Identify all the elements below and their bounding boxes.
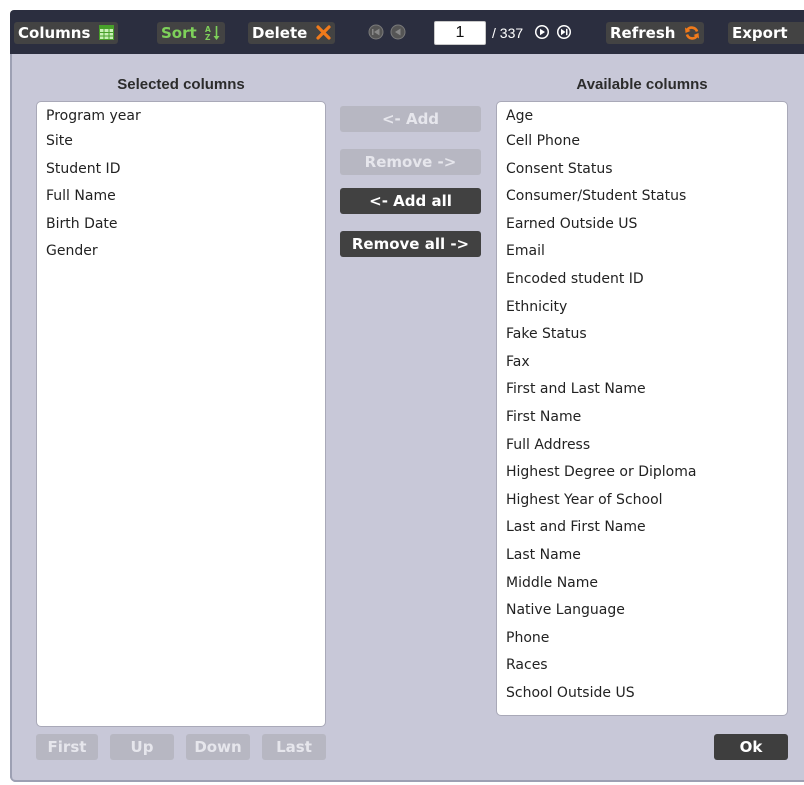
refresh-button[interactable]: Refresh (606, 22, 704, 44)
svg-text:Z: Z (205, 33, 211, 41)
add-all-button[interactable]: <- Add all (340, 188, 481, 214)
list-item[interactable]: Age (506, 105, 779, 128)
column-chooser-panel: Selected columns Available columns Progr… (10, 54, 804, 782)
export-label: Export (732, 24, 788, 42)
list-item[interactable]: Gender (46, 238, 317, 266)
add-button[interactable]: <- Add (340, 106, 481, 132)
list-item[interactable]: Site (46, 128, 317, 156)
columns-button[interactable]: Columns (14, 22, 118, 44)
move-last-button[interactable]: Last (262, 734, 326, 760)
selected-columns-title: Selected columns (117, 76, 245, 93)
sort-az-icon: A Z (205, 25, 220, 42)
list-item[interactable]: Cell Phone (506, 128, 779, 156)
list-item[interactable]: Highest Year of School (506, 487, 779, 515)
last-page-icon[interactable] (556, 24, 572, 40)
list-item[interactable]: First Name (506, 404, 779, 432)
list-item[interactable]: Last Name (506, 542, 779, 570)
list-item[interactable]: Full Address (506, 432, 779, 460)
list-item[interactable]: Earned Outside US (506, 211, 779, 239)
refresh-label: Refresh (610, 24, 676, 42)
delete-label: Delete (252, 24, 308, 42)
sort-label: Sort (161, 24, 197, 42)
list-item[interactable]: Consent Status (506, 156, 779, 184)
remove-button[interactable]: Remove -> (340, 149, 481, 175)
move-down-button[interactable]: Down (186, 734, 250, 760)
ok-button[interactable]: Ok (714, 734, 788, 760)
list-item[interactable]: Program year (46, 105, 317, 128)
list-item[interactable]: Fake Status (506, 321, 779, 349)
list-item[interactable]: Student ID (46, 156, 317, 184)
prev-page-icon[interactable] (390, 24, 406, 40)
list-item[interactable]: Encoded student ID (506, 266, 779, 294)
list-item[interactable]: Full Name (46, 183, 317, 211)
list-item[interactable]: Highest Degree or Diploma (506, 459, 779, 487)
list-item[interactable]: Last and First Name (506, 514, 779, 542)
available-columns-title: Available columns (576, 76, 708, 93)
delete-button[interactable]: Delete (248, 22, 335, 44)
list-item[interactable]: Phone (506, 625, 779, 653)
remove-all-button[interactable]: Remove all -> (340, 231, 481, 257)
list-item[interactable]: Races (506, 652, 779, 680)
toolbar: Columns Sort A Z Delete 1 / 337 Refresh … (10, 10, 804, 54)
move-first-button[interactable]: First (36, 734, 98, 760)
list-item[interactable]: Native Language (506, 597, 779, 625)
page-total: / 337 (492, 25, 524, 41)
next-page-icon[interactable] (534, 24, 550, 40)
list-item[interactable]: Middle Name (506, 570, 779, 598)
list-item[interactable]: Consumer/Student Status (506, 183, 779, 211)
first-page-icon[interactable] (368, 24, 384, 40)
list-item[interactable]: Ethnicity (506, 294, 779, 322)
delete-x-icon (315, 25, 331, 40)
export-button[interactable]: Export (728, 22, 804, 44)
sort-button[interactable]: Sort A Z (157, 22, 225, 44)
selected-columns-list[interactable]: Program year Site Student ID Full Name Birth… (36, 101, 326, 727)
move-up-button[interactable]: Up (110, 734, 174, 760)
list-item[interactable]: School Outside US (506, 680, 779, 708)
list-item[interactable]: Birth Date (46, 211, 317, 239)
refresh-icon (684, 26, 699, 40)
columns-label: Columns (18, 24, 91, 42)
list-item[interactable]: Email (506, 238, 779, 266)
list-item[interactable]: Fax (506, 349, 779, 377)
page-number-input[interactable]: 1 (434, 21, 486, 45)
table-icon (98, 25, 114, 40)
available-columns-list[interactable]: Age Cell Phone Consent Status Consumer/Stud… (496, 101, 788, 716)
list-item[interactable]: First and Last Name (506, 376, 779, 404)
